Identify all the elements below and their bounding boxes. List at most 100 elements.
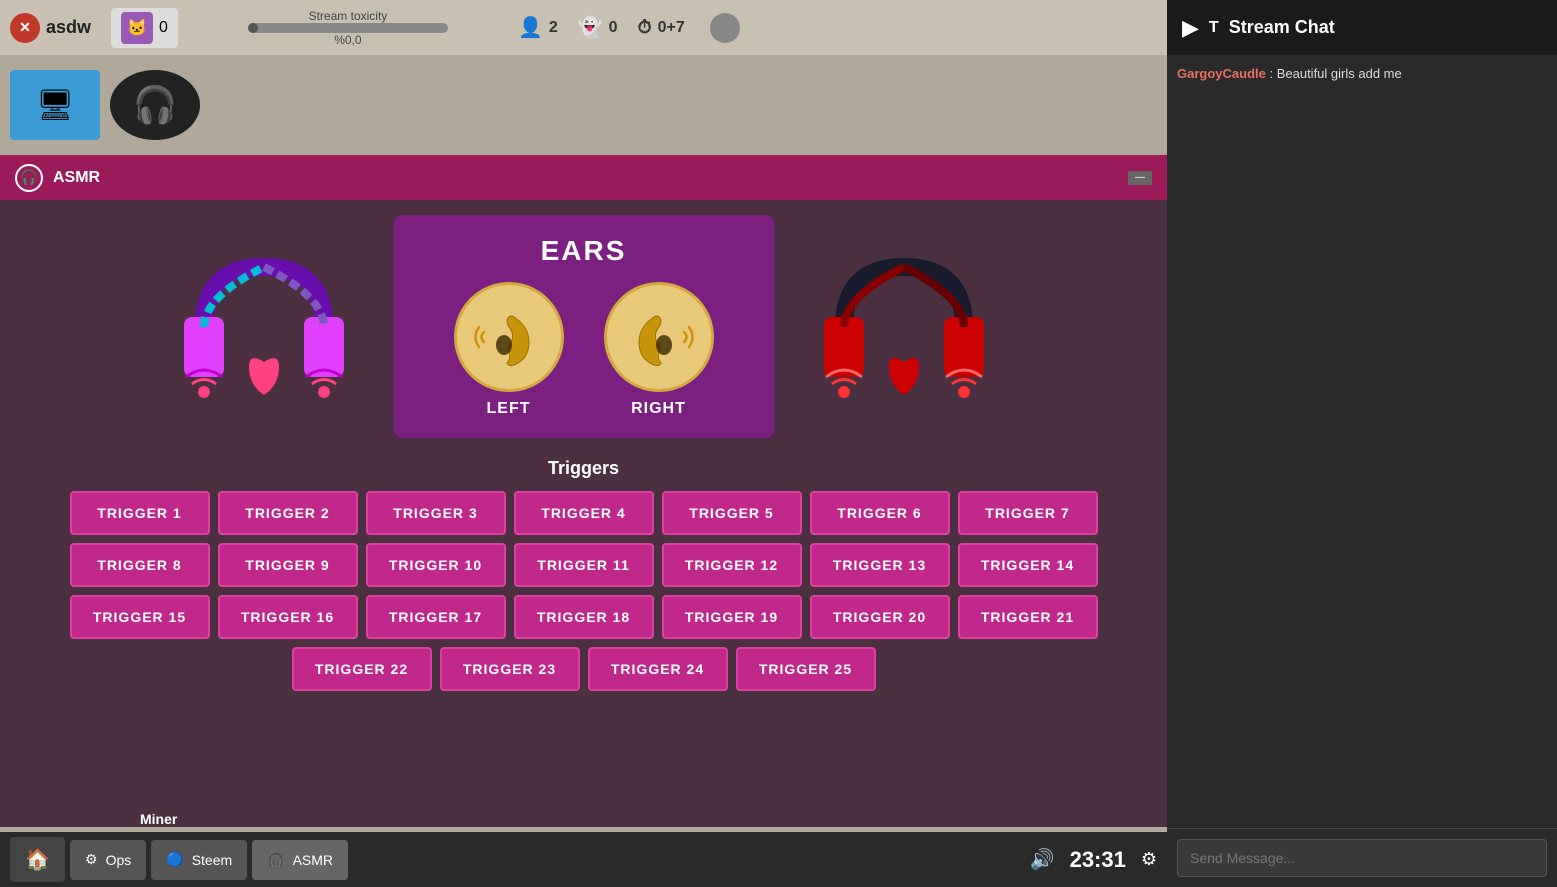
asmr-panel: 🎧 ASMR — (0, 155, 1167, 827)
trigger-button[interactable]: TRIGGER 5 (662, 491, 802, 535)
timer-icon: ⏱ (638, 17, 652, 38)
trigger-row: TRIGGER 1TRIGGER 2TRIGGER 3TRIGGER 4TRIG… (70, 491, 1098, 535)
app-logo: ✕ asdw (10, 13, 91, 43)
headphone-left-graphic (164, 217, 364, 437)
right-ear-button[interactable]: RIGHT (604, 282, 714, 418)
toxicity-section: Stream toxicity %0,0 (198, 9, 498, 47)
steem-app-button[interactable]: 🔵 Steem (151, 840, 247, 880)
steem-label: Steem (192, 852, 232, 868)
trigger-button[interactable]: TRIGGER 14 (958, 543, 1098, 587)
asmr-content: EARS (0, 200, 1167, 827)
chat-input[interactable] (1177, 839, 1547, 877)
trigger-button[interactable]: TRIGGER 9 (218, 543, 358, 587)
volume-icon[interactable]: 🔊 (1030, 847, 1055, 872)
trigger-button[interactable]: TRIGGER 17 (366, 595, 506, 639)
clock-display: 23:31 (1070, 847, 1126, 873)
left-ear-button[interactable]: LEFT (454, 282, 564, 418)
bottom-right: 🔊 23:31 ⚙ (1030, 847, 1157, 873)
asmr-header: 🎧 ASMR — (0, 155, 1167, 200)
asmr-icon: 🎧 (15, 164, 43, 192)
viewers-icon: 👤 (518, 15, 543, 40)
trigger-button[interactable]: TRIGGER 20 (810, 595, 950, 639)
stream-t-label: T (1209, 19, 1219, 37)
ears-center-panel: EARS (394, 215, 774, 438)
timer-stat: ⏱ 0+7 (638, 17, 685, 38)
stream-chat-header: ▶ T Stream Chat (1167, 0, 1557, 55)
triggers-grid: TRIGGER 1TRIGGER 2TRIGGER 3TRIGGER 4TRIG… (25, 491, 1142, 691)
trigger-button[interactable]: TRIGGER 24 (588, 647, 728, 691)
trigger-button[interactable]: TRIGGER 3 (366, 491, 506, 535)
trigger-row: TRIGGER 8TRIGGER 9TRIGGER 10TRIGGER 11TR… (70, 543, 1098, 587)
triggers-title: Triggers (25, 458, 1142, 479)
expand-icon[interactable] (710, 13, 740, 43)
miner-label: Miner (140, 811, 177, 827)
asmr-bottom-label: ASMR (293, 852, 333, 868)
asmr-title: ASMR (53, 169, 100, 187)
ghosts-stat: 👻 0 (578, 15, 618, 40)
trigger-button[interactable]: TRIGGER 12 (662, 543, 802, 587)
trigger-button[interactable]: TRIGGER 7 (958, 491, 1098, 535)
trigger-button[interactable]: TRIGGER 2 (218, 491, 358, 535)
timer-value: 0+7 (658, 19, 685, 37)
browser-area: 🖥 🎧 (0, 55, 1167, 155)
left-content: 🖥 🎧 🎧 ASMR — (0, 55, 1167, 887)
ghosts-count: 0 (609, 19, 618, 37)
toxicity-bar-wrap (248, 23, 448, 33)
bottom-bar: 🏠 ⚙ Ops 🔵 Steem 🎧 ASMR 🔊 23:31 ⚙ (0, 832, 1167, 887)
home-icon[interactable]: 🏠 (10, 837, 65, 882)
trigger-button[interactable]: TRIGGER 22 (292, 647, 432, 691)
trigger-button[interactable]: TRIGGER 18 (514, 595, 654, 639)
ears-section: EARS (15, 215, 1152, 438)
cat-widget: 🐱 0 (111, 8, 178, 48)
toxicity-label: Stream toxicity (309, 9, 388, 23)
trigger-button[interactable]: TRIGGER 21 (958, 595, 1098, 639)
asmr-bottom-icon: 🎧 (267, 851, 284, 868)
trigger-button[interactable]: TRIGGER 1 (70, 491, 210, 535)
settings-icon[interactable]: ⚙ (1141, 849, 1157, 870)
chat-panel: GargoyCaudle : Beautiful girls add me (1167, 55, 1557, 887)
top-bar: ✕ asdw 🐱 0 Stream toxicity %0,0 👤 2 👻 0 … (0, 0, 1557, 55)
headphone-right-graphic (804, 217, 1004, 437)
ears-title: EARS (541, 235, 627, 267)
chat-username: GargoyCaudle (1177, 66, 1266, 81)
browser-icon: 🖥 (10, 70, 100, 140)
headphone-preview: 🎧 (110, 70, 200, 140)
trigger-button[interactable]: TRIGGER 19 (662, 595, 802, 639)
toxicity-pct: %0,0 (334, 33, 361, 47)
trigger-button[interactable]: TRIGGER 25 (736, 647, 876, 691)
trigger-row: TRIGGER 15TRIGGER 16TRIGGER 17TRIGGER 18… (70, 595, 1098, 639)
cat-icon: 🐱 (121, 12, 153, 44)
trigger-button[interactable]: TRIGGER 23 (440, 647, 580, 691)
left-ear-label: LEFT (487, 400, 531, 418)
ops-app-button[interactable]: ⚙ Ops (70, 840, 146, 880)
trigger-button[interactable]: TRIGGER 11 (514, 543, 654, 587)
viewers-stat: 👤 2 (518, 15, 558, 40)
trigger-button[interactable]: TRIGGER 13 (810, 543, 950, 587)
asmr-app-button[interactable]: 🎧 ASMR (252, 840, 348, 880)
trigger-button[interactable]: TRIGGER 15 (70, 595, 210, 639)
left-ear-icon (454, 282, 564, 392)
trigger-button[interactable]: TRIGGER 8 (70, 543, 210, 587)
minimize-button[interactable]: — (1128, 171, 1152, 185)
ghosts-icon: 👻 (578, 15, 603, 40)
trigger-button[interactable]: TRIGGER 16 (218, 595, 358, 639)
app-logo-icon: ✕ (10, 13, 40, 43)
trigger-row: TRIGGER 22TRIGGER 23TRIGGER 24TRIGGER 25 (292, 647, 876, 691)
viewers-count: 2 (549, 19, 558, 37)
right-ear-icon (604, 282, 714, 392)
steem-icon: 🔵 (166, 851, 183, 868)
cat-count: 0 (159, 19, 168, 37)
stream-chat-title: Stream Chat (1229, 17, 1335, 38)
main-layout: 🖥 🎧 🎧 ASMR — (0, 55, 1557, 887)
right-ear-label: RIGHT (631, 400, 686, 418)
ops-label: Ops (106, 852, 132, 868)
chat-message: GargoyCaudle : Beautiful girls add me (1177, 65, 1547, 83)
chat-text: : Beautiful girls add me (1269, 66, 1401, 81)
chat-input-area (1167, 828, 1557, 887)
trigger-button[interactable]: TRIGGER 4 (514, 491, 654, 535)
trigger-button[interactable]: TRIGGER 6 (810, 491, 950, 535)
trigger-button[interactable]: TRIGGER 10 (366, 543, 506, 587)
triggers-section: Triggers TRIGGER 1TRIGGER 2TRIGGER 3TRIG… (15, 458, 1152, 691)
app-title: asdw (46, 17, 91, 38)
ops-icon: ⚙ (85, 851, 98, 868)
